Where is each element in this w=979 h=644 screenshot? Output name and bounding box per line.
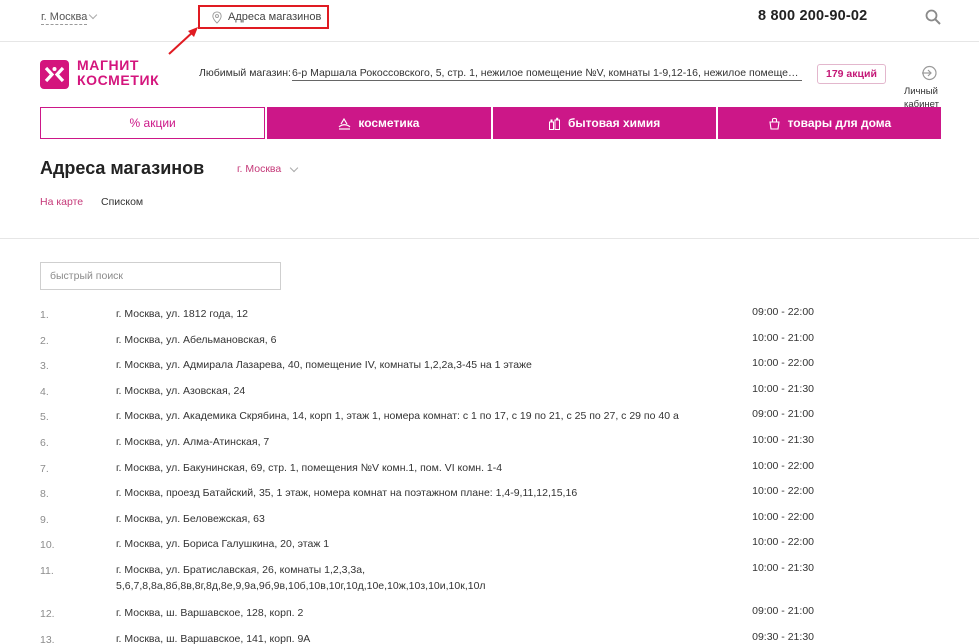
store-row[interactable]: 12. г. Москва, ш. Варшавское, 128, корп.… (0, 601, 979, 627)
top-bar: г. Москва Адреса магазинов 8 800 200-90-… (0, 0, 979, 42)
view-as-list-link[interactable]: Списком (101, 196, 143, 208)
store-address: г. Москва, ул. Адмирала Лазарева, 40, по… (116, 359, 532, 372)
tab-label: бытовая химия (568, 116, 661, 130)
store-address: г. Москва, ул. Беловежская, 63 (116, 512, 265, 525)
city-selector[interactable]: г. Москва (41, 10, 88, 25)
store-row[interactable]: 6. г. Москва, ул. Алма-Атинская, 7 10:00… (0, 430, 979, 456)
store-hours: 10:00 - 21:30 (752, 561, 814, 574)
store-row[interactable]: 8. г. Москва, проезд Батайский, 35, 1 эт… (0, 481, 979, 507)
favorite-store-label: Любимый магазин: (199, 67, 291, 79)
store-hours: 09:00 - 21:00 (752, 605, 814, 618)
store-hours: 09:30 - 21:30 (752, 631, 814, 644)
logo-text-line1: МАГНИТ (77, 57, 140, 73)
tab-promotions[interactable]: % акции (40, 107, 266, 139)
household-chemicals-icon (549, 117, 560, 130)
store-row[interactable]: 4. г. Москва, ул. Азовская, 24 10:00 - 2… (0, 379, 979, 405)
store-hours: 10:00 - 22:00 (752, 357, 814, 370)
chevron-down-icon[interactable] (289, 163, 299, 173)
store-list: 1. г. Москва, ул. 1812 года, 12 09:00 - … (0, 302, 979, 644)
store-address: г. Москва, ш. Варшавское, 141, корп. 9А (116, 633, 311, 644)
store-number: 9. (40, 513, 49, 526)
store-hours: 09:00 - 21:00 (752, 408, 814, 421)
store-hours: 10:00 - 22:00 (752, 510, 814, 523)
store-row[interactable]: 3. г. Москва, ул. Адмирала Лазарева, 40,… (0, 353, 979, 379)
store-number: 12. (40, 608, 55, 621)
store-hours: 09:00 - 22:00 (752, 306, 814, 318)
tab-household-chemicals[interactable]: бытовая химия (492, 107, 716, 139)
store-number: 6. (40, 436, 49, 449)
tab-label: % акции (129, 116, 176, 130)
store-row[interactable]: 5. г. Москва, ул. Академика Скрябина, 14… (0, 404, 979, 430)
store-address: г. Москва, ул. Алма-Атинская, 7 (116, 435, 270, 448)
store-hours: 10:00 - 22:00 (752, 485, 814, 498)
store-number: 2. (40, 334, 49, 347)
tab-label: косметика (358, 116, 420, 130)
store-row[interactable]: 2. г. Москва, ул. Абельмановская, 6 10:0… (0, 328, 979, 354)
store-number: 4. (40, 385, 49, 398)
phone-number[interactable]: 8 800 200-90-02 (758, 8, 867, 24)
store-row[interactable]: 7. г. Москва, ул. Бакунинская, 69, стр. … (0, 456, 979, 482)
category-tabs: % акции косметика бытовая химия товары д… (40, 107, 941, 139)
logo-text: МАГНИТ КОСМЕТИК (77, 58, 159, 88)
store-row[interactable]: 10. г. Москва, ул. Бориса Галушкина, 20,… (0, 532, 979, 558)
quick-search-input[interactable] (40, 262, 281, 290)
home-goods-icon (768, 117, 780, 130)
page-city-selector[interactable]: г. Москва (237, 163, 281, 175)
store-number: 8. (40, 488, 49, 501)
login-icon[interactable] (920, 65, 938, 81)
store-address: г. Москва, ш. Варшавское, 128, корп. 2 (116, 607, 304, 620)
store-row[interactable]: 9. г. Москва, ул. Беловежская, 63 10:00 … (0, 507, 979, 533)
chevron-down-icon[interactable] (88, 10, 98, 20)
view-on-map-link[interactable]: На карте (40, 196, 83, 208)
store-address: г. Москва, ул. Бакунинская, 69, стр. 1, … (116, 461, 503, 474)
store-row[interactable]: 1. г. Москва, ул. 1812 года, 12 09:00 - … (0, 302, 979, 328)
store-number: 1. (40, 309, 49, 321)
page-title: Адреса магазинов (40, 158, 205, 178)
divider (0, 238, 979, 239)
logo-text-line2: КОСМЕТИК (77, 72, 160, 88)
tab-home-goods[interactable]: товары для дома (717, 107, 941, 139)
tab-cosmetics[interactable]: косметика (267, 107, 491, 139)
store-number: 3. (40, 360, 49, 373)
store-address: г. Москва, проезд Батайский, 35, 1 этаж,… (116, 487, 578, 500)
store-addresses-link[interactable]: Адреса магазинов (198, 5, 329, 29)
store-address: г. Москва, ул. Бориса Галушкина, 20, эта… (116, 538, 330, 551)
store-number: 11. (40, 564, 54, 577)
store-row[interactable]: 13. г. Москва, ш. Варшавское, 141, корп.… (0, 627, 979, 644)
tab-label: товары для дома (787, 116, 892, 130)
store-address: г. Москва, ул. Академика Скрябина, 14, к… (116, 410, 679, 423)
store-hours: 10:00 - 21:30 (752, 382, 814, 395)
store-number: 10. (40, 539, 55, 552)
store-address: г. Москва, ул. Братиславская, 26, комнат… (116, 563, 486, 593)
magnit-cosmetic-logo-icon (40, 60, 69, 89)
promotions-count-badge[interactable]: 179 акций (817, 64, 886, 84)
store-hours: 10:00 - 21:30 (752, 433, 814, 446)
store-hours: 10:00 - 22:00 (752, 459, 814, 472)
favorite-store-link[interactable]: 6-р Маршала Рокоссовского, 5, стр. 1, не… (292, 67, 802, 81)
store-address: г. Москва, ул. 1812 года, 12 (116, 308, 249, 320)
store-address: г. Москва, ул. Абельмановская, 6 (116, 333, 277, 346)
annotation-arrow (168, 27, 198, 55)
location-pin-icon (212, 10, 222, 24)
store-hours: 10:00 - 21:00 (752, 331, 814, 344)
store-row[interactable]: 11. г. Москва, ул. Братиславская, 26, ко… (0, 558, 979, 602)
store-address: г. Москва, ул. Азовская, 24 (116, 384, 246, 397)
store-hours: 10:00 - 22:00 (752, 536, 814, 549)
logo[interactable]: МАГНИТ КОСМЕТИК (40, 58, 170, 92)
store-number: 7. (40, 462, 49, 475)
store-number: 5. (40, 411, 49, 424)
search-icon[interactable] (924, 8, 942, 26)
store-addresses-label: Адреса магазинов (228, 11, 322, 23)
store-number: 13. (40, 634, 55, 644)
cosmetics-icon (338, 117, 351, 130)
